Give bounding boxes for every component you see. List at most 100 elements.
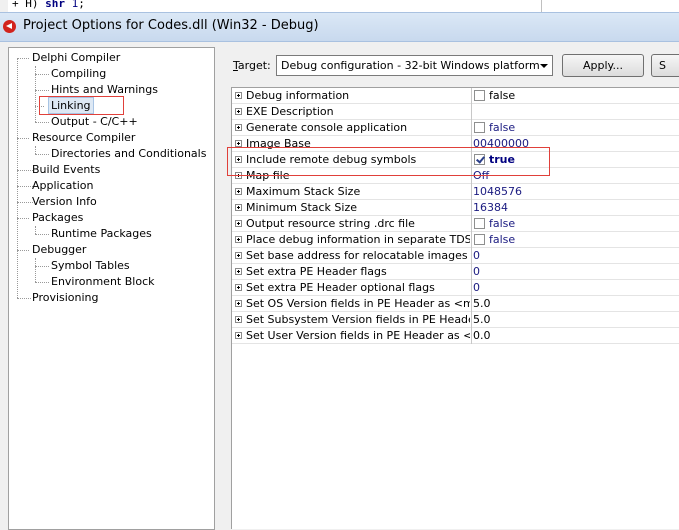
property-value[interactable]: 16384 — [473, 201, 508, 215]
column-divider — [471, 232, 472, 248]
property-value[interactable]: 5.0 — [473, 297, 491, 311]
property-row[interactable]: Map file Off — [232, 168, 679, 184]
expand-plus-icon[interactable] — [235, 268, 242, 275]
property-row[interactable]: Image Base 00400000 — [232, 136, 679, 152]
expand-plus-icon[interactable] — [235, 252, 242, 259]
tree-item-hints-warnings[interactable]: Hints and Warnings — [51, 82, 158, 97]
property-name: Set User Version fields in PE Header as … — [246, 329, 470, 342]
tree-connector — [35, 226, 36, 234]
tree-item-linking[interactable]: Linking — [48, 97, 94, 114]
tree-item-runtime-packages[interactable]: Runtime Packages — [51, 226, 152, 241]
chevron-down-icon — [540, 64, 548, 68]
tree-item-resource-compiler[interactable]: Resource Compiler — [32, 130, 135, 145]
tree-connector — [35, 154, 49, 155]
expand-plus-icon[interactable] — [235, 316, 242, 323]
property-row[interactable]: Maximum Stack Size 1048576 — [232, 184, 679, 200]
tree-connector — [35, 74, 49, 75]
property-row[interactable]: Generate console application false — [232, 120, 679, 136]
property-row[interactable]: Set Subsystem Version fields in PE Heade… — [232, 312, 679, 328]
tree-item-compiling[interactable]: Compiling — [51, 66, 106, 81]
property-value[interactable]: 0 — [473, 249, 480, 263]
property-row[interactable]: Place debug information in separate TDS … — [232, 232, 679, 248]
tree-item-directories-conditionals[interactable]: Directories and Conditionals — [51, 146, 206, 161]
expand-plus-icon[interactable] — [235, 108, 242, 115]
column-divider — [471, 200, 472, 216]
tree-item-environment-block[interactable]: Environment Block — [51, 274, 155, 289]
property-value[interactable]: Off — [473, 169, 489, 183]
column-divider — [471, 136, 472, 152]
target-select[interactable]: Debug configuration - 32-bit Windows pla… — [276, 55, 553, 76]
tree-item-output-c[interactable]: Output - C/C++ — [51, 114, 138, 129]
editor-right-margin-line — [541, 0, 542, 12]
expand-plus-icon[interactable] — [235, 188, 242, 195]
property-name: Set extra PE Header flags — [246, 265, 387, 278]
tree-item-application[interactable]: Application — [32, 178, 93, 193]
tree-connector — [17, 58, 29, 59]
tree-connector — [35, 90, 49, 91]
property-row[interactable]: EXE Description — [232, 104, 679, 120]
tree-connector — [17, 170, 33, 171]
window-title-bar[interactable]: Project Options for Codes.dll (Win32 - D… — [0, 12, 679, 42]
property-row[interactable]: Output resource string .drc file false — [232, 216, 679, 232]
property-row[interactable]: Set base address for relocatable images … — [232, 248, 679, 264]
property-row[interactable]: Set User Version fields in PE Header as … — [232, 328, 679, 344]
target-label: Target: — [233, 59, 271, 72]
property-row[interactable]: Set extra PE Header optional flags 0 — [232, 280, 679, 296]
tree-connector — [17, 58, 18, 298]
property-checkbox-checked[interactable] — [474, 154, 485, 165]
property-row[interactable]: Include remote debug symbols true — [232, 152, 679, 168]
property-name: Set Subsystem Version fields in PE Heade… — [246, 313, 470, 326]
property-row[interactable]: Debug information false — [232, 88, 679, 104]
property-checkbox[interactable] — [474, 122, 485, 133]
target-select-value: Debug configuration - 32-bit Windows pla… — [281, 59, 540, 72]
tree-item-delphi-compiler[interactable]: Delphi Compiler — [32, 50, 120, 65]
property-name: Output resource string .drc file — [246, 217, 415, 230]
property-value[interactable]: 0.0 — [473, 329, 491, 343]
tree-connector — [17, 186, 33, 187]
expand-plus-icon[interactable] — [235, 156, 242, 163]
expand-plus-icon[interactable] — [235, 204, 242, 211]
tree-connector — [35, 282, 49, 283]
property-name: Set OS Version fields in PE Header as <m… — [246, 297, 470, 310]
property-name: Place debug information in separate TDS … — [246, 233, 470, 246]
property-value[interactable]: 5.0 — [473, 313, 491, 327]
property-value[interactable]: 0 — [473, 281, 480, 295]
column-divider — [471, 296, 472, 312]
expand-plus-icon[interactable] — [235, 300, 242, 307]
options-tree[interactable]: Delphi Compiler Compiling Hints and Warn… — [8, 47, 215, 530]
expand-plus-icon[interactable] — [235, 236, 242, 243]
property-value: false — [489, 121, 516, 134]
tree-connector — [35, 234, 49, 235]
property-checkbox[interactable] — [474, 234, 485, 245]
tree-item-debugger[interactable]: Debugger — [32, 242, 86, 257]
property-row[interactable]: Minimum Stack Size 16384 — [232, 200, 679, 216]
expand-plus-icon[interactable] — [235, 140, 242, 147]
save-button[interactable]: S — [651, 54, 679, 77]
expand-plus-icon[interactable] — [235, 172, 242, 179]
property-row[interactable]: Set OS Version fields in PE Header as <m… — [232, 296, 679, 312]
property-value: false — [489, 233, 516, 246]
property-value[interactable]: 00400000 — [473, 137, 529, 151]
property-checkbox[interactable] — [474, 218, 485, 229]
expand-plus-icon[interactable] — [235, 124, 242, 131]
expand-plus-icon[interactable] — [235, 284, 242, 291]
expand-plus-icon[interactable] — [235, 92, 242, 99]
property-value[interactable]: 1048576 — [473, 185, 522, 199]
column-divider — [471, 152, 472, 168]
property-name: Generate console application — [246, 121, 408, 134]
tree-item-symbol-tables[interactable]: Symbol Tables — [51, 258, 130, 273]
tree-item-version-info[interactable]: Version Info — [32, 194, 97, 209]
property-grid[interactable]: Debug information false EXE Description … — [231, 87, 679, 529]
property-row[interactable]: Set extra PE Header flags 0 — [232, 264, 679, 280]
delphi-app-icon — [3, 20, 16, 33]
property-checkbox[interactable] — [474, 90, 485, 101]
apply-button[interactable]: Apply... — [562, 54, 644, 77]
property-value[interactable]: 0 — [473, 265, 480, 279]
tree-item-build-events[interactable]: Build Events — [32, 162, 100, 177]
code-line: + H) shr 1; — [12, 0, 85, 10]
expand-plus-icon[interactable] — [235, 332, 242, 339]
expand-plus-icon[interactable] — [235, 220, 242, 227]
tree-item-packages[interactable]: Packages — [32, 210, 83, 225]
tree-item-provisioning[interactable]: Provisioning — [32, 290, 99, 305]
column-divider — [471, 120, 472, 136]
